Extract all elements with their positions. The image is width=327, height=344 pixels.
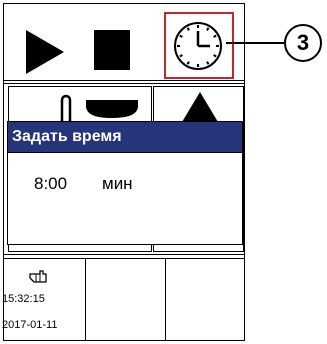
column-divider — [165, 258, 166, 341]
callout-leader-line — [226, 42, 284, 44]
play-button[interactable] — [4, 4, 81, 80]
stop-button[interactable] — [81, 4, 161, 80]
dialog-body[interactable] — [8, 152, 242, 246]
hand-pointer-icon — [29, 270, 47, 283]
row-divider — [4, 83, 244, 84]
status-time: 15:32:15 — [2, 293, 45, 305]
set-time-button[interactable] — [164, 12, 234, 79]
row-divider — [4, 254, 244, 255]
status-date: 2017-01-11 — [2, 319, 58, 331]
time-value[interactable]: 8:00 — [34, 174, 67, 194]
callout-number: 3 — [284, 24, 322, 62]
time-unit-label: мин — [102, 174, 133, 193]
dialog-title: Задать время — [8, 122, 242, 152]
column-divider — [85, 258, 86, 341]
play-icon — [26, 30, 64, 74]
stop-icon — [94, 30, 130, 70]
clock-icon — [174, 22, 222, 70]
set-time-dialog: Задать время 8:00 мин — [7, 121, 243, 245]
row-divider — [4, 258, 244, 259]
row-divider — [4, 80, 244, 81]
